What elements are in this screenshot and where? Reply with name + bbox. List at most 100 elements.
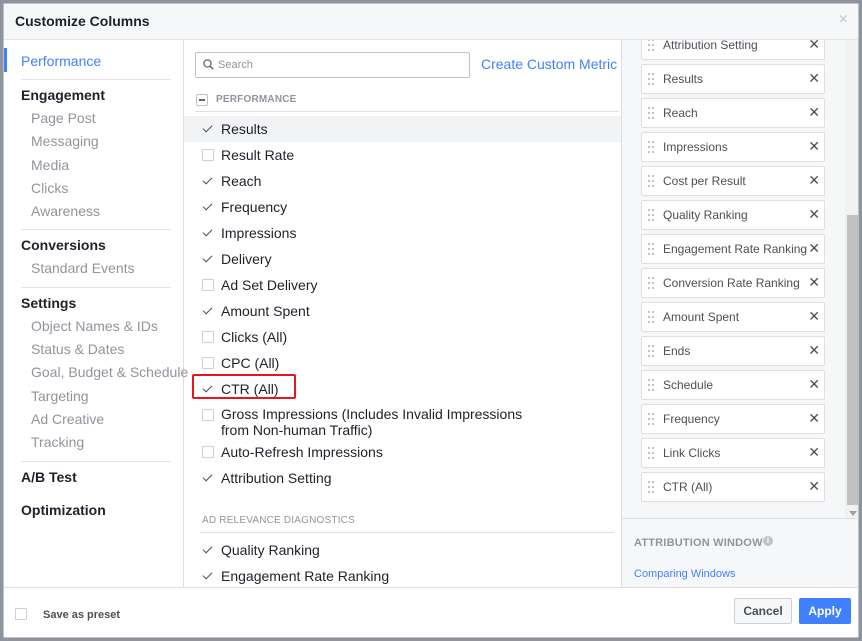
selected-column-conversion-rate-ranking[interactable]: Conversion Rate Ranking ✕ [641, 268, 825, 298]
performance-section-header[interactable]: PERFORMANCE [195, 90, 619, 112]
remove-icon[interactable]: ✕ [808, 139, 820, 153]
unchecked-checkbox[interactable] [202, 357, 214, 369]
checked-checkbox[interactable] [202, 227, 214, 239]
selected-column-schedule[interactable]: Schedule ✕ [641, 370, 825, 400]
nav-item-tracking[interactable]: Tracking [21, 431, 171, 454]
selected-column-link-clicks[interactable]: Link Clicks ✕ [641, 438, 825, 468]
metric-row-amount-spent[interactable]: Amount Spent [184, 298, 621, 324]
remove-icon[interactable]: ✕ [808, 173, 820, 187]
cancel-button[interactable]: Cancel [734, 598, 792, 624]
remove-icon[interactable]: ✕ [808, 377, 820, 391]
drag-handle-icon[interactable] [648, 481, 654, 493]
nav-item-clicks[interactable]: Clicks [21, 177, 171, 200]
unchecked-checkbox[interactable] [202, 149, 214, 161]
metric-row-ad-set-delivery[interactable]: Ad Set Delivery [184, 272, 621, 298]
nav-item-object-names-ids[interactable]: Object Names & IDs [21, 315, 171, 338]
metric-row-engagement-rate-ranking[interactable]: Engagement Rate Ranking [184, 563, 621, 587]
create-custom-metric-link[interactable]: Create Custom Metric [481, 56, 617, 72]
save-preset-checkbox[interactable] [15, 608, 27, 620]
close-icon[interactable]: × [839, 12, 848, 28]
metric-row-frequency[interactable]: Frequency [184, 194, 621, 220]
nav-section-conversions[interactable]: Conversions [21, 234, 171, 257]
search-input[interactable] [218, 54, 466, 76]
nav-section-performance[interactable]: Performance [21, 50, 171, 73]
drag-handle-icon[interactable] [648, 277, 654, 289]
remove-icon[interactable]: ✕ [808, 241, 820, 255]
drag-handle-icon[interactable] [648, 40, 654, 51]
remove-icon[interactable]: ✕ [808, 105, 820, 119]
drag-handle-icon[interactable] [648, 107, 654, 119]
nav-section-engagement[interactable]: Engagement [21, 84, 171, 107]
checked-checkbox[interactable] [202, 544, 214, 556]
selected-column-frequency[interactable]: Frequency ✕ [641, 404, 825, 434]
metric-row-result-rate[interactable]: Result Rate [184, 142, 621, 168]
metric-row-results[interactable]: Results [184, 116, 621, 142]
checked-checkbox[interactable] [202, 472, 214, 484]
selected-column-ends[interactable]: Ends ✕ [641, 336, 825, 366]
nav-item-media[interactable]: Media [21, 154, 171, 177]
remove-icon[interactable]: ✕ [808, 445, 820, 459]
selected-column-engagement-rate-ranking[interactable]: Engagement Rate Ranking ✕ [641, 234, 825, 264]
unchecked-checkbox[interactable] [202, 409, 214, 421]
selected-column-quality-ranking[interactable]: Quality Ranking ✕ [641, 200, 825, 230]
drag-handle-icon[interactable] [648, 175, 654, 187]
collapse-icon[interactable] [196, 94, 208, 106]
nav-section-settings[interactable]: Settings [21, 292, 171, 315]
drag-handle-icon[interactable] [648, 345, 654, 357]
drag-handle-icon[interactable] [648, 311, 654, 323]
remove-icon[interactable]: ✕ [808, 411, 820, 425]
checked-checkbox[interactable] [202, 383, 214, 395]
scroll-down-icon[interactable] [849, 511, 857, 516]
remove-icon[interactable]: ✕ [808, 309, 820, 323]
selected-column-attribution-setting[interactable]: Attribution Setting ✕ [641, 40, 825, 60]
save-preset-label[interactable]: Save as preset [43, 609, 120, 621]
nav-item-targeting[interactable]: Targeting [21, 385, 171, 408]
unchecked-checkbox[interactable] [202, 279, 214, 291]
metric-row-reach[interactable]: Reach [184, 168, 621, 194]
selected-column-reach[interactable]: Reach ✕ [641, 98, 825, 128]
nav-section-optimization[interactable]: Optimization [21, 499, 171, 522]
selected-column-impressions[interactable]: Impressions ✕ [641, 132, 825, 162]
metric-row-clicks-all[interactable]: Clicks (All) [184, 324, 621, 350]
drag-handle-icon[interactable] [648, 73, 654, 85]
nav-section-a-b-test[interactable]: A/B Test [21, 466, 171, 489]
selected-column-results[interactable]: Results ✕ [641, 64, 825, 94]
checked-checkbox[interactable] [202, 570, 214, 582]
nav-item-page-post[interactable]: Page Post [21, 107, 171, 130]
unchecked-checkbox[interactable] [202, 446, 214, 458]
metric-row-auto-refresh-impressions[interactable]: Auto-Refresh Impressions [184, 439, 621, 465]
metric-row-ctr-all[interactable]: CTR (All) [184, 376, 621, 402]
checked-checkbox[interactable] [202, 253, 214, 265]
scrollbar[interactable] [845, 40, 858, 518]
checked-checkbox[interactable] [202, 175, 214, 187]
metric-row-delivery[interactable]: Delivery [184, 246, 621, 272]
search-box[interactable] [195, 52, 470, 78]
selected-column-cost-per-result[interactable]: Cost per Result ✕ [641, 166, 825, 196]
checked-checkbox[interactable] [202, 123, 214, 135]
nav-item-ad-creative[interactable]: Ad Creative [21, 408, 171, 431]
checked-checkbox[interactable] [202, 201, 214, 213]
remove-icon[interactable]: ✕ [808, 479, 820, 493]
apply-button[interactable]: Apply [799, 598, 851, 624]
remove-icon[interactable]: ✕ [808, 40, 820, 51]
info-icon[interactable]: i [763, 536, 773, 546]
remove-icon[interactable]: ✕ [808, 275, 820, 289]
drag-handle-icon[interactable] [648, 141, 654, 153]
nav-item-standard-events[interactable]: Standard Events [21, 257, 171, 280]
drag-handle-icon[interactable] [648, 447, 654, 459]
remove-icon[interactable]: ✕ [808, 71, 820, 85]
selected-columns-list[interactable]: Attribution Setting ✕ Results ✕ Reach ✕ Impres… [622, 40, 843, 518]
drag-handle-icon[interactable] [648, 209, 654, 221]
metric-row-gross-impressions-includes-invalid-impressions-from-non-human-traffic[interactable]: Gross Impressions (Includes Invalid Impr… [184, 402, 621, 438]
selected-column-amount-spent[interactable]: Amount Spent ✕ [641, 302, 825, 332]
selected-column-ctr-all[interactable]: CTR (All) ✕ [641, 472, 825, 502]
metric-row-quality-ranking[interactable]: Quality Ranking [184, 537, 621, 563]
remove-icon[interactable]: ✕ [808, 207, 820, 221]
drag-handle-icon[interactable] [648, 413, 654, 425]
unchecked-checkbox[interactable] [202, 331, 214, 343]
metrics-list[interactable]: Create Custom Metric PERFORMANCE AD RELE… [184, 40, 621, 587]
drag-handle-icon[interactable] [648, 243, 654, 255]
nav-item-goal-budget-schedule[interactable]: Goal, Budget & Schedule [21, 361, 188, 384]
remove-icon[interactable]: ✕ [808, 343, 820, 357]
metric-row-impressions[interactable]: Impressions [184, 220, 621, 246]
